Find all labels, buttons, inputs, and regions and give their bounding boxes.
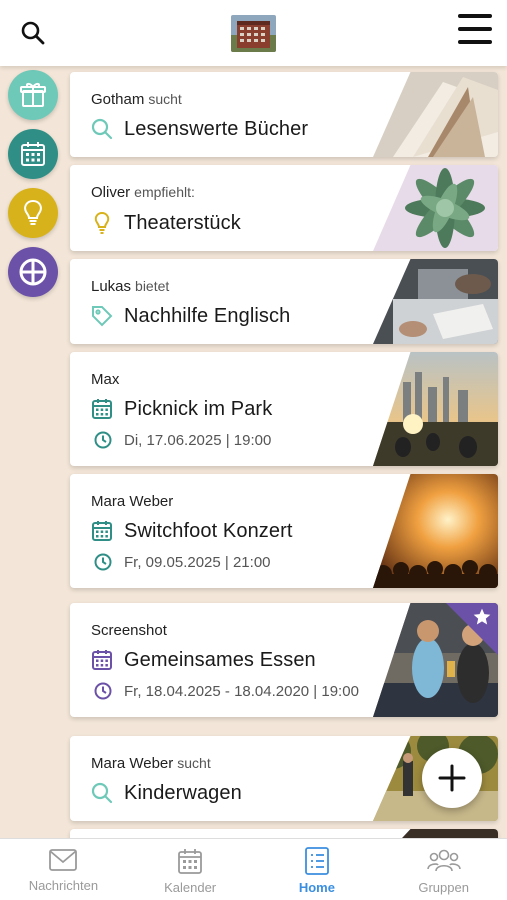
app-logo[interactable] bbox=[231, 15, 276, 52]
nav-home[interactable]: Home bbox=[254, 839, 381, 900]
group-icon bbox=[426, 849, 461, 872]
add-post-button[interactable] bbox=[422, 748, 482, 808]
calendar-icon bbox=[178, 849, 203, 874]
nav-label: Home bbox=[298, 880, 335, 895]
nav-label: Nachrichten bbox=[28, 878, 99, 893]
card-title: Picknick im Park bbox=[124, 397, 273, 420]
hamburger-menu-icon bbox=[458, 14, 492, 18]
feed-card[interactable]: Lukas bietet Nachhilfe Englisch bbox=[70, 259, 498, 344]
card-user: Gotham bbox=[91, 91, 145, 108]
card-image-succulent bbox=[373, 165, 498, 251]
event-card-starred[interactable]: Screenshot Gemeinsames Essen Fr, 18.04.2… bbox=[70, 603, 498, 717]
card-user: Mara Weber bbox=[91, 755, 174, 772]
lightbulb-icon bbox=[24, 199, 42, 225]
card-date: Fr, 18.04.2025 - 18.04.2020 | 19:00 bbox=[124, 682, 359, 700]
card-title: Nachhilfe Englisch bbox=[124, 304, 291, 327]
calendar-icon bbox=[21, 142, 45, 166]
card-verb: empfiehlt: bbox=[134, 184, 195, 200]
building-photo-logo bbox=[231, 15, 276, 52]
card-meta: Oliver empfiehlt: bbox=[91, 184, 195, 201]
card-date-row: Fr, 18.04.2025 - 18.04.2020 | 19:00 bbox=[94, 682, 359, 700]
card-meta: Mara Weber bbox=[91, 493, 173, 510]
category-other-button[interactable] bbox=[8, 247, 58, 297]
card-meta: Lukas bietet bbox=[91, 278, 169, 295]
card-verb: sucht bbox=[177, 755, 211, 771]
card-title: Lesenswerte Bücher bbox=[124, 117, 309, 140]
card-title: Switchfoot Konzert bbox=[124, 519, 293, 542]
card-user: Screenshot bbox=[91, 622, 167, 639]
card-verb: bietet bbox=[135, 278, 170, 294]
clock-icon bbox=[94, 553, 112, 571]
card-user: Mara Weber bbox=[91, 493, 174, 510]
search-button[interactable] bbox=[18, 18, 48, 48]
card-title: Theaterstück bbox=[124, 211, 241, 234]
hamburger-bar bbox=[458, 27, 492, 31]
card-title-row: Picknick im Park bbox=[90, 397, 272, 421]
card-title-row: Kinderwagen bbox=[90, 781, 242, 805]
crosshair-icon bbox=[19, 258, 47, 286]
card-image-books bbox=[373, 72, 498, 157]
event-card[interactable]: Max Picknick im Park Di, 17.06.2025 | 19… bbox=[70, 352, 498, 466]
category-calendar-button[interactable] bbox=[8, 129, 58, 179]
card-title-row: Nachhilfe Englisch bbox=[90, 304, 290, 328]
list-icon bbox=[304, 847, 329, 875]
clock-icon bbox=[94, 682, 112, 700]
card-meta: Gotham sucht bbox=[91, 91, 182, 108]
card-image-tutoring bbox=[373, 259, 498, 344]
nav-groups[interactable]: Gruppen bbox=[380, 839, 507, 900]
card-user: Oliver bbox=[91, 184, 131, 201]
nav-calendar[interactable]: Kalender bbox=[127, 839, 254, 900]
card-image-picnic bbox=[373, 352, 498, 466]
card-title-row: Theaterstück bbox=[90, 211, 241, 235]
star-icon bbox=[473, 608, 491, 625]
category-gift-button[interactable] bbox=[8, 70, 58, 120]
card-verb: sucht bbox=[148, 91, 182, 107]
plus-icon bbox=[438, 764, 466, 792]
clock-icon bbox=[94, 431, 112, 449]
card-image-concert bbox=[373, 474, 498, 588]
card-user: Lukas bbox=[91, 278, 132, 295]
hamburger-bar bbox=[458, 40, 492, 44]
tag-icon bbox=[92, 306, 113, 327]
card-date: Fr, 09.05.2025 | 21:00 bbox=[124, 553, 271, 571]
search-icon bbox=[21, 21, 45, 45]
calendar-icon bbox=[92, 650, 112, 670]
search-icon bbox=[91, 782, 113, 804]
card-title-row: Switchfoot Konzert bbox=[90, 519, 293, 543]
envelope-icon bbox=[49, 849, 78, 871]
card-user: Max bbox=[91, 371, 120, 388]
nav-messages[interactable]: Nachrichten bbox=[0, 839, 127, 900]
event-card[interactable]: Mara Weber Switchfoot Konzert Fr, 09.05.… bbox=[70, 474, 498, 588]
lightbulb-icon bbox=[94, 211, 110, 234]
nav-label: Gruppen bbox=[418, 880, 469, 895]
category-idea-button[interactable] bbox=[8, 188, 58, 238]
card-date-row: Fr, 09.05.2025 | 21:00 bbox=[94, 553, 271, 571]
top-bar bbox=[0, 0, 507, 66]
bottom-navigation: Nachrichten Kalender Home Gruppen bbox=[0, 838, 507, 900]
calendar-icon bbox=[92, 521, 112, 541]
card-meta: Max bbox=[91, 371, 119, 388]
card-date: Di, 17.06.2025 | 19:00 bbox=[124, 431, 272, 449]
card-title-row: Gemeinsames Essen bbox=[90, 648, 316, 672]
category-filter-bar bbox=[8, 70, 58, 306]
card-title-row: Lesenswerte Bücher bbox=[90, 117, 308, 141]
search-icon bbox=[91, 118, 113, 140]
card-meta: Screenshot bbox=[91, 622, 167, 639]
card-title: Gemeinsames Essen bbox=[124, 648, 316, 671]
feed-card[interactable]: Oliver empfiehlt: Theaterstück bbox=[70, 165, 498, 251]
feed-card[interactable]: Gotham sucht Lesenswerte Bücher bbox=[70, 72, 498, 157]
card-date-row: Di, 17.06.2025 | 19:00 bbox=[94, 431, 271, 449]
card-meta: Mara Weber sucht bbox=[91, 755, 211, 772]
card-title: Kinderwagen bbox=[124, 781, 242, 804]
gift-icon bbox=[20, 83, 46, 107]
menu-button[interactable] bbox=[458, 14, 492, 44]
nav-label: Kalender bbox=[164, 880, 217, 895]
calendar-icon bbox=[92, 399, 112, 419]
